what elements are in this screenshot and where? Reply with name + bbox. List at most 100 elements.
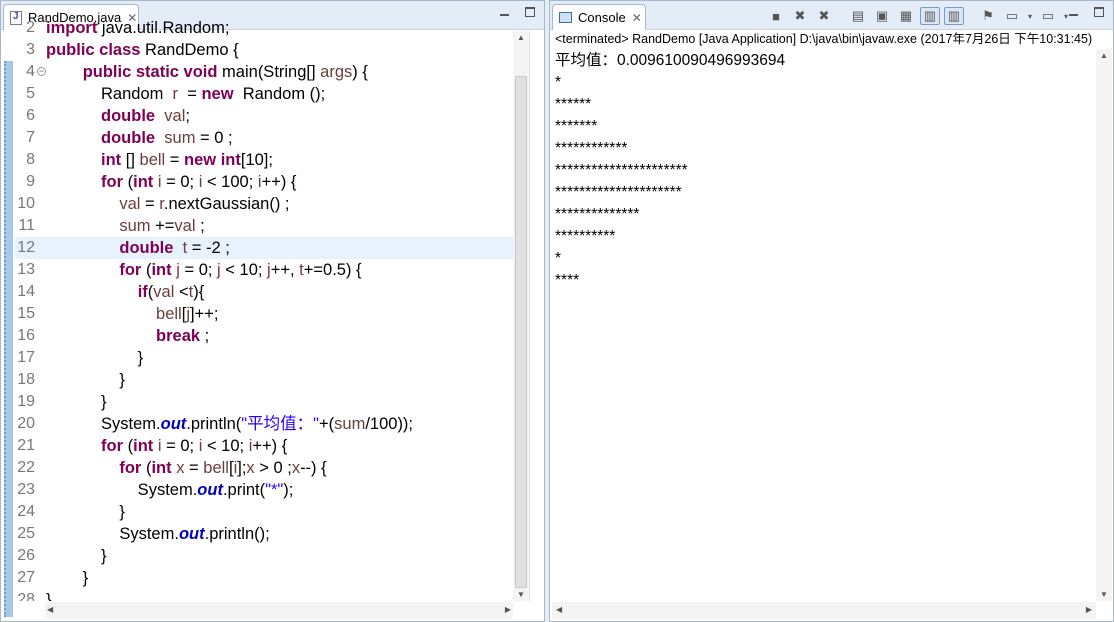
maximize-icon[interactable] [1093, 6, 1105, 18]
editor-horizontal-scrollbar[interactable]: ◀ ▶ [45, 602, 513, 619]
console-window-controls [1067, 6, 1105, 18]
code-line[interactable]: 9 for (int i = 0; i < 100; i++) { [15, 171, 513, 193]
scroll-lock-icon[interactable]: ▣ [872, 7, 892, 25]
console-output-line: ********************* [555, 184, 682, 201]
code-line[interactable]: 14 if(val <t){ [15, 281, 513, 303]
code-text: int [] bell = new int[10]; [101, 151, 273, 169]
code-line[interactable]: 22 for (int x = bell[i];x > 0 ;x--) { [15, 457, 513, 479]
editor-vertical-scrollbar[interactable]: ▲ ▼ [513, 31, 529, 601]
show-stderr-icon[interactable]: ▥ [944, 7, 964, 25]
code-line[interactable]: 18 } [15, 369, 513, 391]
code-line[interactable]: 19 } [15, 391, 513, 413]
line-number: 10 [17, 195, 35, 212]
console-vertical-scrollbar[interactable]: ▲ ▼ [1096, 49, 1112, 601]
code-line[interactable]: 28} [15, 589, 513, 601]
line-number: 3 [26, 41, 35, 58]
code-line[interactable]: 15 bell[j]++; [15, 303, 513, 325]
scroll-down-icon[interactable]: ▼ [1100, 590, 1108, 599]
code-line[interactable]: 4− public static void main(String[] args… [15, 61, 513, 83]
line-number: 4 [26, 63, 35, 80]
line-number: 19 [17, 393, 35, 410]
code-line[interactable]: 5 Random r = new Random (); [15, 83, 513, 105]
code-text: } [46, 591, 52, 601]
line-number: 26 [17, 547, 35, 564]
line-number: 17 [17, 349, 35, 366]
open-console-icon[interactable]: ▭ [1038, 7, 1058, 25]
maximize-icon[interactable] [524, 6, 536, 18]
show-stdout-icon[interactable]: ▥ [920, 7, 940, 25]
code-line[interactable]: 10 val = r.nextGaussian() ; [15, 193, 513, 215]
console-output[interactable]: 平均值：0.009610090496993694 * ****** ******* **… [555, 50, 785, 292]
code-editor[interactable]: 2 import java.util.Random; 3 public class R… [15, 17, 513, 601]
console-output-line: ************ [555, 140, 628, 157]
code-line[interactable]: 23 System.out.print("*"); [15, 479, 513, 501]
scroll-up-icon[interactable]: ▲ [517, 33, 525, 42]
line-number: 14 [17, 283, 35, 300]
console-output-line: * [555, 250, 562, 267]
remove-launch-icon[interactable]: ✖ [790, 7, 810, 25]
console-output-line: ****** [555, 96, 592, 113]
code-line[interactable]: 20 System.out.println("平均值："+(sum/100)); [15, 413, 513, 435]
toolbar-separator [968, 7, 974, 25]
code-line[interactable]: 6 double val; [15, 105, 513, 127]
console-horizontal-scrollbar[interactable]: ◀ ▶ [552, 602, 1096, 619]
word-wrap-icon[interactable]: ▦ [896, 7, 916, 25]
code-line[interactable]: 25 System.out.println(); [15, 523, 513, 545]
current-code-line[interactable]: 12 double t = -2 ; [15, 237, 513, 259]
line-number: 21 [17, 437, 35, 454]
console-output-line: ******* [555, 118, 598, 135]
code-text: for (int j = 0; j < 10; j++, t+=0.5) { [119, 261, 362, 279]
close-icon[interactable]: ✕ [632, 11, 642, 25]
dropdown-icon[interactable]: ▾ [1026, 7, 1034, 25]
code-line[interactable]: 2 import java.util.Random; [15, 17, 513, 39]
code-line[interactable]: 16 break ; [15, 325, 513, 347]
scroll-right-icon[interactable]: ▶ [505, 605, 511, 614]
scroll-up-icon[interactable]: ▲ [1100, 51, 1108, 60]
code-text: } [46, 569, 89, 587]
code-text: } [46, 503, 125, 521]
pin-console-icon[interactable]: ⚑ [978, 7, 998, 25]
toolbar-separator [838, 7, 844, 25]
clear-console-icon[interactable]: ▤ [848, 7, 868, 25]
code-text: break ; [156, 327, 210, 345]
terminate-icon[interactable]: ■ [766, 7, 786, 25]
scroll-thumb[interactable] [515, 76, 527, 588]
code-line[interactable]: 24 } [15, 501, 513, 523]
line-number: 8 [26, 151, 35, 168]
code-text: double t = -2 ; [119, 239, 230, 257]
line-number: 15 [17, 305, 35, 322]
line-number: 9 [26, 173, 35, 190]
line-number: 27 [17, 569, 35, 586]
code-line[interactable]: 26 } [15, 545, 513, 567]
code-text: double val; [101, 107, 190, 125]
code-text: System.out.println(); [46, 525, 270, 543]
scroll-left-icon[interactable]: ◀ [556, 605, 562, 614]
code-line[interactable]: 27 } [15, 567, 513, 589]
code-line[interactable]: 11 sum +=val ; [15, 215, 513, 237]
line-number: 23 [17, 481, 35, 498]
line-number: 2 [26, 19, 35, 36]
code-text: import java.util.Random; [46, 19, 230, 37]
code-line[interactable]: 17 } [15, 347, 513, 369]
code-line[interactable]: 13 for (int j = 0; j < 10; j++, t+=0.5) … [15, 259, 513, 281]
display-console-icon[interactable]: ▭ [1002, 7, 1022, 25]
scroll-right-icon[interactable]: ▶ [1086, 605, 1092, 614]
code-text: public class RandDemo { [46, 41, 239, 59]
line-number: 7 [26, 129, 35, 146]
code-line[interactable]: 8 int [] bell = new int[10]; [15, 149, 513, 171]
scroll-down-icon[interactable]: ▼ [517, 590, 525, 599]
code-text: public static void main(String[] args) { [82, 63, 368, 81]
tab-console[interactable]: Console ✕ [552, 4, 646, 30]
code-text: for (int i = 0; i < 100; i++) { [101, 173, 297, 191]
minimize-icon[interactable] [1067, 6, 1079, 18]
remove-all-icon[interactable]: ✖ [814, 7, 834, 25]
code-text: double sum = 0 ; [101, 129, 233, 147]
code-line[interactable]: 3 public class RandDemo { [15, 39, 513, 61]
console-panel: Console ✕ ■ ✖ ✖ ▤ ▣ ▦ ▥ ▥ ⚑ ▭ ▾ ▭ ▾ <terminated> Ran… [549, 0, 1114, 622]
line-number: 24 [17, 503, 35, 520]
fold-toggle-icon[interactable]: − [37, 67, 46, 76]
editor-panel: RandDemo.java ✕ 2import java.util.Random… [0, 0, 545, 622]
code-line[interactable]: 7 double sum = 0 ; [15, 127, 513, 149]
scroll-left-icon[interactable]: ◀ [47, 605, 53, 614]
code-line[interactable]: 21 for (int i = 0; i < 10; i++) { [15, 435, 513, 457]
